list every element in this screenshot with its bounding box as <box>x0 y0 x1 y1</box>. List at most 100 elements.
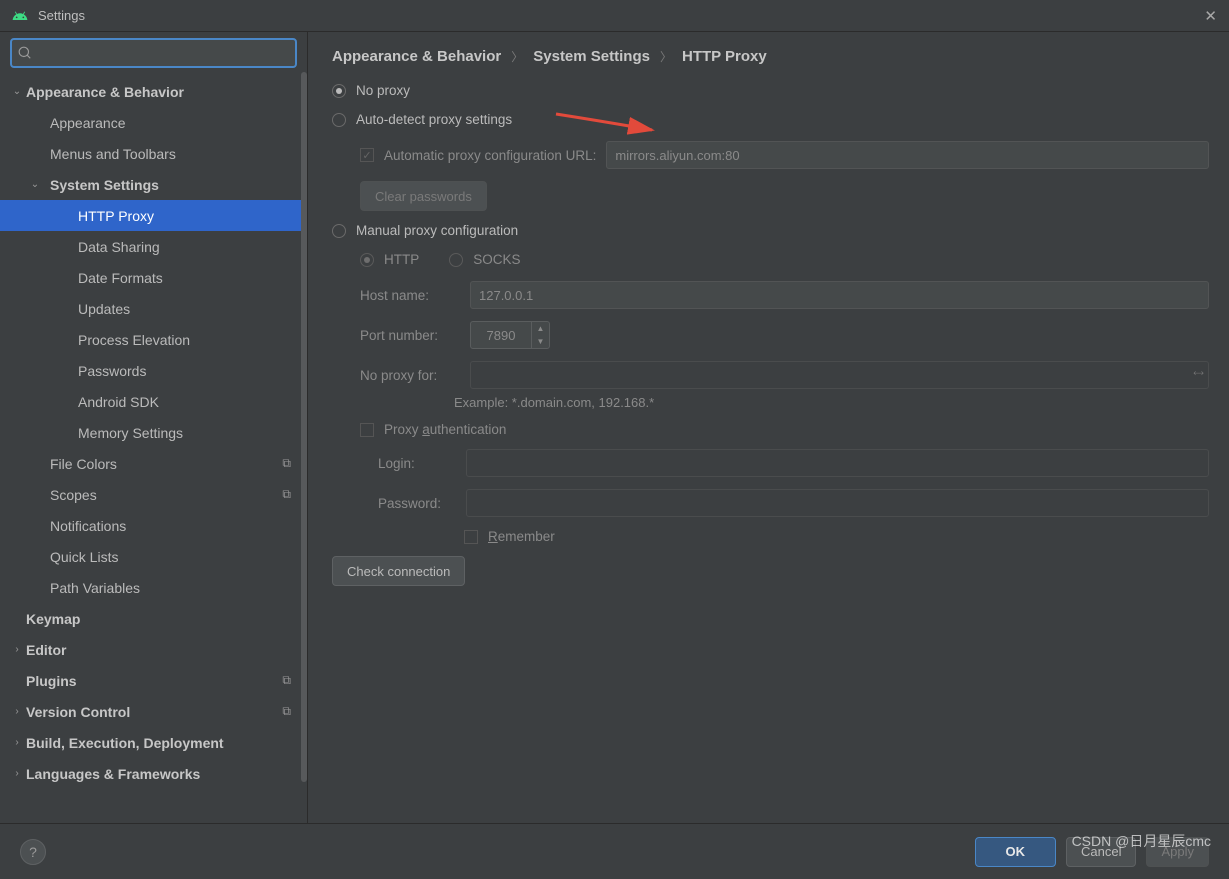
clear-passwords-button: Clear passwords <box>360 181 487 211</box>
sidebar-item-system-settings[interactable]: ⌄System Settings <box>0 169 307 200</box>
sidebar-item-updates[interactable]: Updates <box>0 293 307 324</box>
sidebar-item-build-execution-deployment[interactable]: ›Build, Execution, Deployment <box>0 727 307 758</box>
label-auto-url: Automatic proxy configuration URL: <box>384 148 596 163</box>
sidebar-item-label: Version Control <box>24 704 130 720</box>
chevron-right-icon[interactable]: › <box>10 737 24 748</box>
sidebar-item-path-variables[interactable]: Path Variables <box>0 572 307 603</box>
sidebar-item-label: System Settings <box>42 177 159 193</box>
sidebar-item-label: Updates <box>60 301 130 317</box>
dialog-footer: ? OK Cancel Apply <box>0 823 1229 879</box>
sidebar-item-label: Data Sharing <box>60 239 160 255</box>
breadcrumb-a[interactable]: Appearance & Behavior <box>332 48 501 65</box>
sidebar-item-scopes[interactable]: Scopes ⧉ <box>0 479 307 510</box>
sidebar-item-version-control[interactable]: ›Version Control ⧉ <box>0 696 307 727</box>
sidebar-item-date-formats[interactable]: Date Formats <box>0 262 307 293</box>
close-icon[interactable]: ✕ <box>1204 7 1217 25</box>
stepper-up-icon: ▲ <box>532 322 549 335</box>
checkbox-auto-url: ✓ <box>360 148 374 162</box>
sidebar-item-label: Menus and Toolbars <box>42 146 176 162</box>
apply-button: Apply <box>1146 837 1209 867</box>
sidebar-item-file-colors[interactable]: File Colors⧉ <box>0 448 307 479</box>
cancel-button[interactable]: Cancel <box>1066 837 1136 867</box>
sidebar-item-keymap[interactable]: Keymap <box>0 603 307 634</box>
input-login <box>466 449 1209 477</box>
chevron-right-icon: 〉 <box>511 48 523 65</box>
sidebar-item-label: Editor <box>24 642 66 658</box>
sidebar-item-android-sdk[interactable]: Android SDK <box>0 386 307 417</box>
label-auto-detect: Auto-detect proxy settings <box>356 112 512 127</box>
sidebar-item-label: Memory Settings <box>60 425 183 441</box>
sidebar-item-label: Passwords <box>60 363 146 379</box>
stepper-down-icon: ▼ <box>532 335 549 348</box>
sidebar-item-process-elevation[interactable]: Process Elevation <box>0 324 307 355</box>
label-port: Port number: <box>360 328 460 343</box>
sidebar-item-quick-lists[interactable]: Quick Lists <box>0 541 307 572</box>
chevron-right-icon[interactable]: › <box>10 644 24 655</box>
search-input[interactable] <box>38 46 289 61</box>
sidebar-item-label: Appearance & Behavior <box>24 84 184 100</box>
input-port: ▲▼ <box>470 321 550 349</box>
check-connection-button[interactable]: Check connection <box>332 556 465 586</box>
input-hostname <box>470 281 1209 309</box>
label-noproxyfor: No proxy for: <box>360 368 460 383</box>
titlebar: Settings ✕ <box>0 0 1229 32</box>
sidebar-item-label: Appearance <box>42 115 126 131</box>
search-icon <box>18 46 32 60</box>
sidebar-item-label: Process Elevation <box>60 332 190 348</box>
radio-http <box>360 253 374 267</box>
label-remember: Remember <box>488 529 555 544</box>
radio-no-proxy[interactable] <box>332 84 346 98</box>
chevron-right-icon[interactable]: › <box>10 768 24 779</box>
sidebar-item-label: Scopes <box>42 487 97 503</box>
sidebar-item-notifications[interactable]: Notifications <box>0 510 307 541</box>
settings-window: Settings ✕ ⌄Appearance & BehaviorAppeara… <box>0 0 1229 879</box>
sidebar-item-label: Quick Lists <box>42 549 118 565</box>
label-manual: Manual proxy configuration <box>356 223 518 238</box>
input-password <box>466 489 1209 517</box>
project-badge-icon: ⧉ <box>282 487 291 502</box>
sidebar-item-http-proxy[interactable]: HTTP Proxy <box>0 200 307 231</box>
radio-auto-detect[interactable] <box>332 113 346 127</box>
label-proxy-auth: Proxy authentication <box>384 422 506 437</box>
android-icon <box>12 8 28 24</box>
sidebar-item-plugins[interactable]: Plugins⧉ <box>0 665 307 696</box>
sidebar-item-label: HTTP Proxy <box>60 208 154 224</box>
sidebar-item-label: Keymap <box>24 611 80 627</box>
label-example: Example: *.domain.com, 192.168.* <box>454 395 1209 410</box>
input-noproxyfor: ⤢ <box>470 361 1209 389</box>
sidebar-item-appearance[interactable]: Appearance <box>0 107 307 138</box>
scrollbar[interactable] <box>301 72 307 782</box>
sidebar-item-languages-frameworks[interactable]: ›Languages & Frameworks <box>0 758 307 789</box>
breadcrumb: Appearance & Behavior 〉 System Settings … <box>332 48 1209 65</box>
sidebar-item-menus-and-toolbars[interactable]: Menus and Toolbars <box>0 138 307 169</box>
search-box[interactable] <box>10 38 297 68</box>
label-http: HTTP <box>384 252 419 267</box>
sidebar-item-label: Path Variables <box>42 580 140 596</box>
radio-manual[interactable] <box>332 224 346 238</box>
sidebar-item-label: Notifications <box>42 518 126 534</box>
sidebar-item-label: Date Formats <box>60 270 163 286</box>
sidebar-item-appearance-behavior[interactable]: ⌄Appearance & Behavior <box>0 76 307 107</box>
sidebar-item-editor[interactable]: ›Editor <box>0 634 307 665</box>
chevron-down-icon[interactable]: ⌄ <box>28 179 42 190</box>
label-password: Password: <box>378 496 456 511</box>
label-no-proxy: No proxy <box>356 83 410 98</box>
breadcrumb-c: HTTP Proxy <box>682 48 767 65</box>
window-title: Settings <box>38 8 85 23</box>
settings-tree: ⌄Appearance & BehaviorAppearanceMenus an… <box>0 76 307 823</box>
sidebar-item-data-sharing[interactable]: Data Sharing <box>0 231 307 262</box>
sidebar-item-label: Languages & Frameworks <box>24 766 200 782</box>
sidebar-item-label: Plugins <box>24 673 77 689</box>
sidebar-item-label: Android SDK <box>60 394 159 410</box>
chevron-right-icon[interactable]: › <box>10 706 24 717</box>
input-auto-url <box>606 141 1209 169</box>
sidebar-item-passwords[interactable]: Passwords <box>0 355 307 386</box>
chevron-down-icon[interactable]: ⌄ <box>10 86 24 97</box>
label-socks: SOCKS <box>473 252 520 267</box>
sidebar-item-memory-settings[interactable]: Memory Settings <box>0 417 307 448</box>
ok-button[interactable]: OK <box>975 837 1057 867</box>
help-button[interactable]: ? <box>20 839 46 865</box>
chevron-right-icon: 〉 <box>660 48 672 65</box>
breadcrumb-b[interactable]: System Settings <box>533 48 650 65</box>
project-badge-icon: ⧉ <box>282 704 291 719</box>
